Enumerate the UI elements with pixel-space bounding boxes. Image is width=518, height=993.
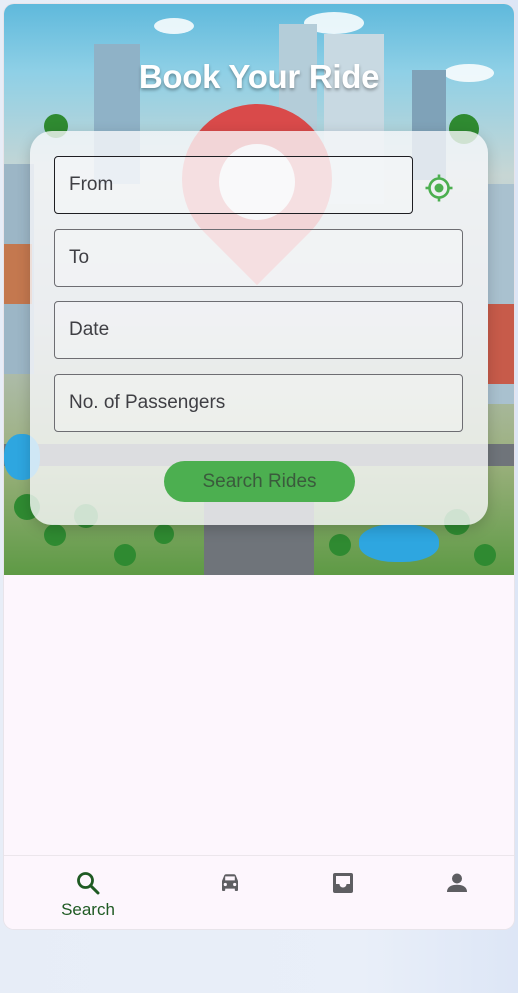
app-screen: Book Your Ride From To Date No. of Passe… [4, 4, 514, 929]
passengers-input[interactable] [55, 375, 462, 431]
booking-form-card: Search Rides [30, 131, 488, 525]
search-icon [75, 870, 101, 896]
nav-item-inbox[interactable] [323, 856, 363, 929]
nav-item-search[interactable]: Search [48, 856, 128, 929]
search-rides-button[interactable]: Search Rides [164, 461, 355, 502]
nav-label-search: Search [61, 900, 115, 919]
gps-target-icon [425, 174, 453, 202]
nav-item-rides[interactable] [210, 856, 250, 929]
to-field[interactable] [54, 229, 463, 287]
date-input[interactable] [55, 302, 462, 358]
passengers-field[interactable] [54, 374, 463, 432]
from-field[interactable] [54, 156, 413, 214]
car-icon [217, 870, 243, 896]
bottom-navigation-bar: Search [4, 855, 514, 929]
nav-item-profile[interactable] [437, 856, 477, 929]
page-title: Book Your Ride [138, 58, 380, 95]
person-icon [444, 870, 470, 896]
hero-banner: Book Your Ride From To Date No. of Passe… [4, 4, 514, 575]
locate-me-button[interactable] [422, 171, 456, 205]
date-field[interactable] [54, 301, 463, 359]
inbox-icon [330, 870, 356, 896]
to-input[interactable] [55, 230, 462, 286]
from-input[interactable] [55, 157, 412, 213]
